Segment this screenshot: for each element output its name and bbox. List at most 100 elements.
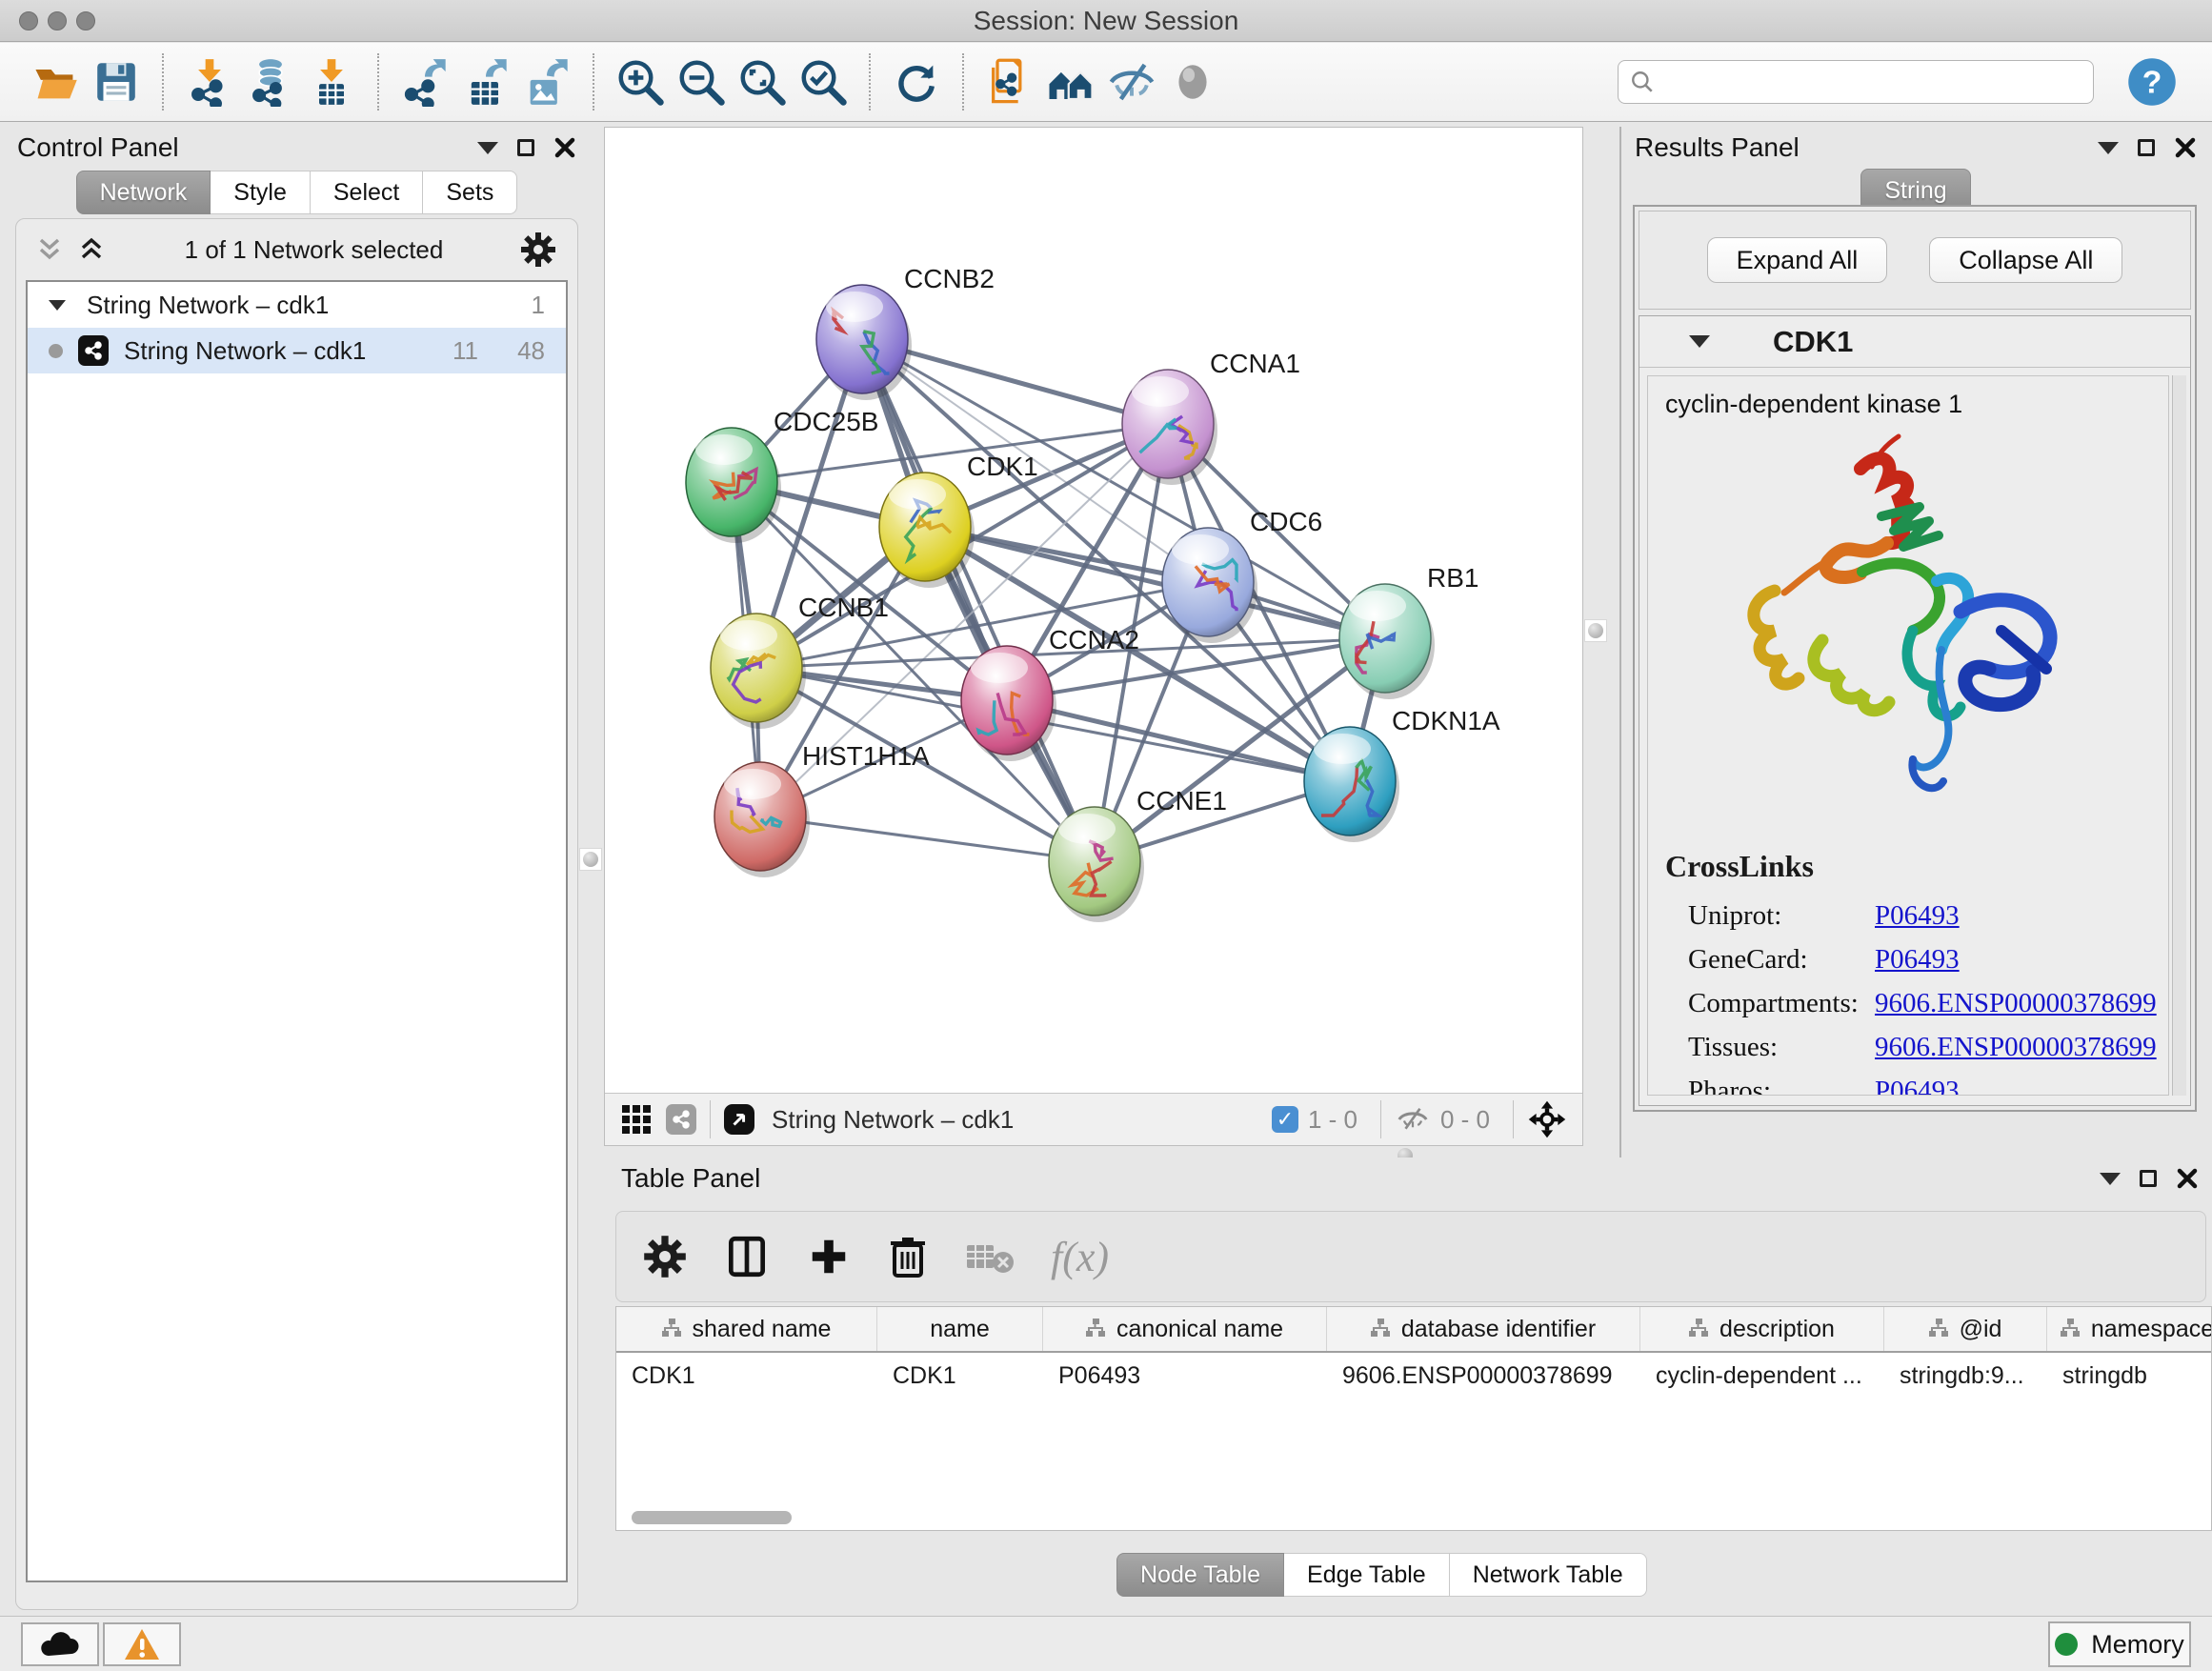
shared-column-icon [662,1319,681,1339]
crosslink-value-compartments[interactable]: 9606.ENSP00000378699 [1875,988,2157,1019]
export-network-button[interactable] [397,52,452,111]
show-all-button[interactable] [1165,52,1220,111]
toolbar-search [1618,60,2094,104]
panel-collapse-icon[interactable] [2098,142,2119,154]
table-row[interactable]: CDK1CDK1P064939606.ENSP00000378699cyclin… [616,1353,2211,1399]
tab-network-table[interactable]: Network Table [1450,1553,1647,1597]
left-splitter-handle[interactable] [579,848,602,871]
crosslink-value-uniprot[interactable]: P06493 [1875,900,1960,932]
gene-expand-icon[interactable] [1689,335,1710,348]
selected-counts: 1 - 0 [1308,1105,1357,1135]
panel-float-button[interactable] [2140,1170,2157,1187]
network-node-CDC6[interactable]: CDC6 [1162,507,1322,643]
tree-expand-icon[interactable] [49,300,66,311]
panel-close-button[interactable] [2176,1167,2199,1190]
collapse-all-button[interactable]: Collapse All [1929,237,2122,283]
results-scrollbar[interactable] [2172,375,2186,1096]
column-header-shared-name[interactable]: shared name [616,1307,877,1351]
column-header-namespace[interactable]: namespace [2047,1307,2212,1351]
gene-description: cyclin-dependent kinase 1 [1665,390,2168,419]
network-row[interactable]: String Network – cdk1 11 48 [28,328,566,373]
network-options-gear-icon[interactable] [520,232,556,268]
import-database-button[interactable] [243,52,298,111]
open-folder-icon [30,57,80,107]
string-import-button[interactable] [982,52,1037,111]
save-session-button[interactable] [89,52,144,111]
tab-network[interactable]: Network [76,171,211,214]
expand-all-icon[interactable] [79,237,108,262]
table-horizontal-scrollbar[interactable] [632,1511,792,1524]
pan-mode-icon[interactable] [1527,1099,1567,1139]
show-columns-icon[interactable] [723,1233,771,1280]
crosslink-value-pharos[interactable]: P06493 [1875,1076,1960,1097]
panel-collapse-icon[interactable] [2100,1173,2121,1185]
panel-float-button[interactable] [2138,139,2155,156]
tab-sets[interactable]: Sets [423,171,517,214]
column-label: shared name [693,1316,832,1343]
panel-collapse-icon[interactable] [477,142,498,154]
crosslink-value-tissues[interactable]: 9606.ENSP00000378699 [1875,1032,2157,1063]
add-column-icon[interactable] [807,1235,851,1278]
minimize-window-button[interactable] [48,11,67,30]
search-input[interactable] [1664,69,2081,95]
warning-status-button[interactable] [103,1622,181,1666]
network-node-CCNB1[interactable]: CCNB1 [711,593,889,729]
close-window-button[interactable] [19,11,38,30]
memory-button[interactable]: Memory [2048,1621,2191,1667]
import-network-button[interactable] [182,52,237,111]
cloud-status-button[interactable] [21,1622,99,1666]
right-splitter-handle[interactable] [1584,619,1607,642]
eye-slash-icon [1106,56,1157,108]
grid-mode-icon[interactable] [620,1103,653,1136]
column-header-canonical-name[interactable]: canonical name [1043,1307,1327,1351]
network-collection-row[interactable]: String Network – cdk1 1 [28,282,566,328]
node-label-CCNA2: CCNA2 [1049,625,1139,654]
tab-style[interactable]: Style [211,171,311,214]
node-label-RB1: RB1 [1427,563,1478,593]
open-session-button[interactable] [28,52,83,111]
network-node-RB1[interactable]: RB1 [1339,563,1478,699]
birdseye-view-icon[interactable] [724,1104,754,1135]
collapse-all-icon[interactable] [37,237,66,262]
panel-close-button[interactable] [553,136,576,159]
tab-node-table[interactable]: Node Table [1116,1553,1284,1597]
window-title: Session: New Session [974,6,1239,36]
panel-float-button[interactable] [517,139,534,156]
network-badge-icon[interactable] [666,1104,696,1135]
column-header-id[interactable]: @id [1884,1307,2047,1351]
tab-select[interactable]: Select [311,171,423,214]
network-node-CDKN1A[interactable]: CDKN1A [1304,706,1500,842]
crosslink-label-genecard: GeneCard: [1688,944,1875,976]
export-table-button[interactable] [458,52,513,111]
export-image-button[interactable] [519,52,574,111]
zoom-selected-button[interactable] [795,52,851,111]
gene-section-header[interactable]: CDK1 [1639,316,2190,368]
maximize-window-button[interactable] [76,11,95,30]
crosslink-value-genecard[interactable]: P06493 [1875,944,1960,976]
import-table-button[interactable] [304,52,359,111]
network-node-CCNE1[interactable]: CCNE1 [1049,786,1227,922]
column-header-database-identifier[interactable]: database identifier [1327,1307,1640,1351]
network-canvas[interactable]: CCNB2CCNA1CDC25BCDK1CDC6RB1CCNB1CCNA2CDK… [605,128,1582,1093]
network-node-HIST1H1A[interactable]: HIST1H1A [714,741,930,877]
table-options-gear-icon[interactable] [643,1235,687,1278]
cell-database-identifier: 9606.ENSP00000378699 [1327,1353,1640,1399]
network-edge-CCNB2-CCNE1[interactable] [862,339,1095,861]
panel-close-button[interactable] [2174,136,2197,159]
home-button[interactable] [1043,52,1098,111]
tab-edge-table[interactable]: Edge Table [1284,1553,1450,1597]
help-button[interactable]: ? [2126,56,2178,108]
network-node-CDK1[interactable]: CDK1 [879,452,1038,588]
selected-checkbox[interactable]: ✓ [1272,1106,1298,1133]
zoom-fit-button[interactable] [734,52,790,111]
column-header-name[interactable]: name [877,1307,1043,1351]
zoom-out-button[interactable] [674,52,729,111]
expand-all-button[interactable]: Expand All [1707,237,1888,283]
delete-column-icon[interactable] [887,1234,929,1279]
refresh-view-button[interactable] [889,52,944,111]
column-header-description[interactable]: description [1640,1307,1884,1351]
network-edge-HIST1H1A-CCNE1[interactable] [760,816,1095,861]
zoom-in-button[interactable] [613,52,668,111]
hide-selected-button[interactable] [1104,52,1159,111]
network-edge-CCNA2-CDKN1A[interactable] [1007,700,1350,781]
